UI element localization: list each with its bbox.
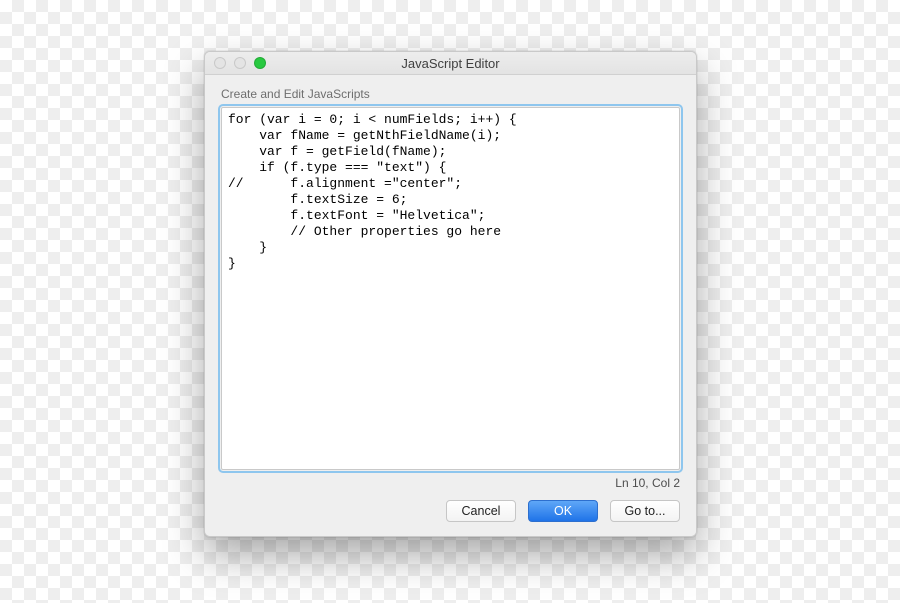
button-row: Cancel OK Go to...	[221, 500, 680, 522]
editor-wrap	[221, 107, 680, 470]
close-icon[interactable]	[214, 57, 226, 69]
cursor-position: Ln 10, Col 2	[221, 476, 680, 490]
dialog-content: Create and Edit JavaScripts Ln 10, Col 2…	[205, 75, 696, 536]
dialog-window: JavaScript Editor Create and Edit JavaSc…	[204, 51, 697, 537]
cancel-button[interactable]: Cancel	[446, 500, 516, 522]
window-controls	[214, 57, 266, 69]
group-label: Create and Edit JavaScripts	[221, 87, 680, 101]
minimize-icon[interactable]	[234, 57, 246, 69]
zoom-icon[interactable]	[254, 57, 266, 69]
ok-button[interactable]: OK	[528, 500, 598, 522]
code-editor[interactable]	[221, 107, 680, 470]
window-title: JavaScript Editor	[205, 56, 696, 71]
titlebar[interactable]: JavaScript Editor	[205, 52, 696, 75]
goto-button[interactable]: Go to...	[610, 500, 680, 522]
